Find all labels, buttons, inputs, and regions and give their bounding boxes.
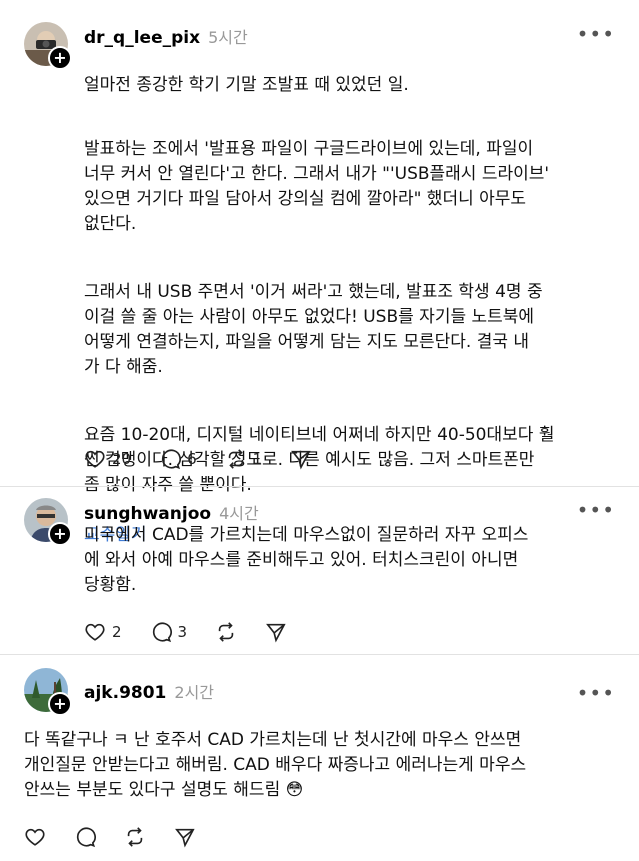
username[interactable]: ajk.9801 bbox=[84, 683, 166, 703]
avatar-wrap[interactable]: + bbox=[24, 668, 72, 716]
repost-count: 1 bbox=[252, 450, 263, 468]
post-time: 2시간 bbox=[174, 683, 215, 702]
post-actions bbox=[24, 826, 224, 848]
like-button[interactable]: 20 bbox=[84, 448, 131, 470]
post-paragraph-intro: 얼마전 종강한 학기 기말 조발표 때 있었던 일. bbox=[84, 75, 409, 95]
post-2: + sunghwanjoo 4시간 ••• 미국에서 CAD를 가르치는데 마우… bbox=[0, 487, 639, 647]
follow-plus-icon[interactable]: + bbox=[48, 522, 72, 546]
follow-plus-icon[interactable]: + bbox=[48, 692, 72, 716]
more-dots-icon[interactable]: ••• bbox=[577, 22, 615, 46]
repost-icon bbox=[127, 827, 143, 847]
more-dots-icon[interactable]: ••• bbox=[577, 498, 615, 522]
comment-icon bbox=[76, 827, 96, 848]
post-time: 4시간 bbox=[219, 504, 259, 523]
like-button[interactable]: 2 bbox=[84, 621, 122, 643]
repost-icon bbox=[218, 622, 234, 642]
share-button[interactable] bbox=[265, 621, 287, 643]
post-1: + dr_q_lee_pix 5시간 ••• 얼마전 종강한 학기 기말 조발표… bbox=[0, 0, 639, 545]
post-3: + ajk.9801 2시간 ••• 다 똑같구나 ㅋ 난 호주서 CAD 가르… bbox=[0, 655, 639, 861]
post-time: 5시간 bbox=[208, 28, 248, 47]
avatar-wrap[interactable]: + bbox=[24, 22, 72, 70]
like-count: 20 bbox=[112, 450, 132, 468]
post-paragraph-1: 발표하는 조에서 '발표용 파일이 구글드라이브에 있는데, 파일이 너무 커서… bbox=[84, 139, 550, 234]
comment-count: 3 bbox=[177, 623, 188, 641]
repost-button[interactable] bbox=[215, 621, 237, 643]
comment-button[interactable]: 3 bbox=[150, 621, 188, 643]
flushed-face-emoji: 😳 bbox=[285, 780, 304, 800]
comment-count: 6 bbox=[187, 450, 197, 468]
repost-icon bbox=[228, 449, 243, 469]
comment-icon bbox=[162, 449, 182, 470]
share-button[interactable] bbox=[174, 826, 196, 848]
repost-button[interactable]: 1 bbox=[225, 448, 263, 470]
follow-plus-icon[interactable]: + bbox=[48, 46, 72, 70]
comment-icon bbox=[152, 622, 172, 643]
post-body: 미국에서 CAD를 가르치는데 마우스없이 질문하러 자꾸 오피스 에 와서 아… bbox=[84, 525, 529, 595]
more-dots-icon[interactable]: ••• bbox=[577, 681, 615, 705]
share-button[interactable] bbox=[290, 448, 312, 470]
post-body-text: 다 똑같구나 ㅋ 난 호주서 CAD 가르치는데 난 첫시간에 마우스 안쓰면 … bbox=[24, 730, 527, 800]
like-button[interactable] bbox=[24, 826, 46, 848]
repost-button[interactable] bbox=[124, 826, 146, 848]
heart-icon bbox=[85, 623, 105, 641]
send-icon bbox=[291, 450, 311, 470]
comment-button[interactable] bbox=[74, 826, 96, 848]
post-actions: 2 3 bbox=[84, 621, 315, 643]
heart-icon bbox=[85, 450, 105, 468]
username[interactable]: dr_q_lee_pix bbox=[84, 28, 200, 48]
post-body: 다 똑같구나 ㅋ 난 호주서 CAD 가르치는데 난 첫시간에 마우스 안쓰면 … bbox=[24, 728, 624, 803]
avatar-wrap[interactable]: + bbox=[24, 498, 72, 546]
username[interactable]: sunghwanjoo bbox=[84, 504, 211, 524]
comment-button[interactable]: 6 bbox=[159, 448, 197, 470]
post-actions: 20 6 1 bbox=[84, 448, 340, 470]
post-paragraph-2: 그래서 내 USB 주면서 '이거 써라'고 했는데, 발표조 학생 4명 중 … bbox=[84, 282, 543, 377]
send-icon bbox=[175, 828, 195, 848]
send-icon bbox=[266, 623, 286, 643]
like-count: 2 bbox=[112, 623, 122, 641]
heart-icon bbox=[25, 828, 45, 846]
